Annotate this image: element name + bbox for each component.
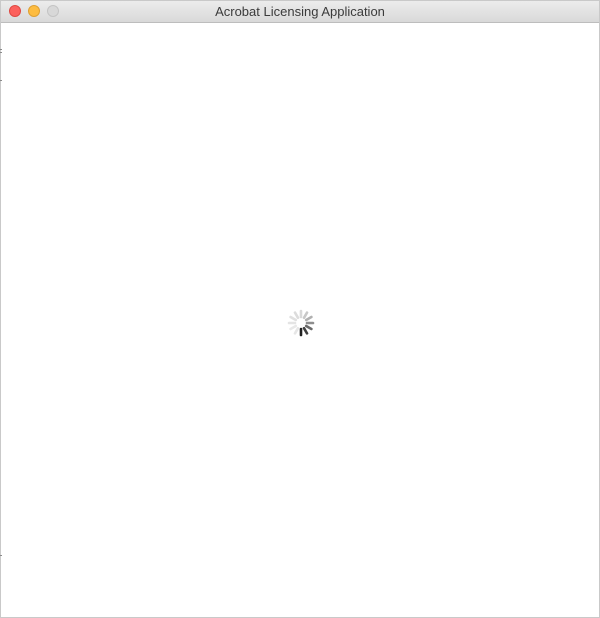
edge-tick-mark [0, 49, 2, 50]
title-bar[interactable]: Acrobat Licensing Application [1, 1, 599, 23]
window-title: Acrobat Licensing Application [215, 4, 385, 19]
edge-tick-mark [0, 52, 2, 53]
content-area [1, 23, 599, 617]
edge-tick-mark [0, 555, 2, 556]
edge-tick-mark [0, 80, 2, 81]
loading-spinner-icon [287, 309, 315, 337]
app-window: Acrobat Licensing Application [0, 0, 600, 618]
